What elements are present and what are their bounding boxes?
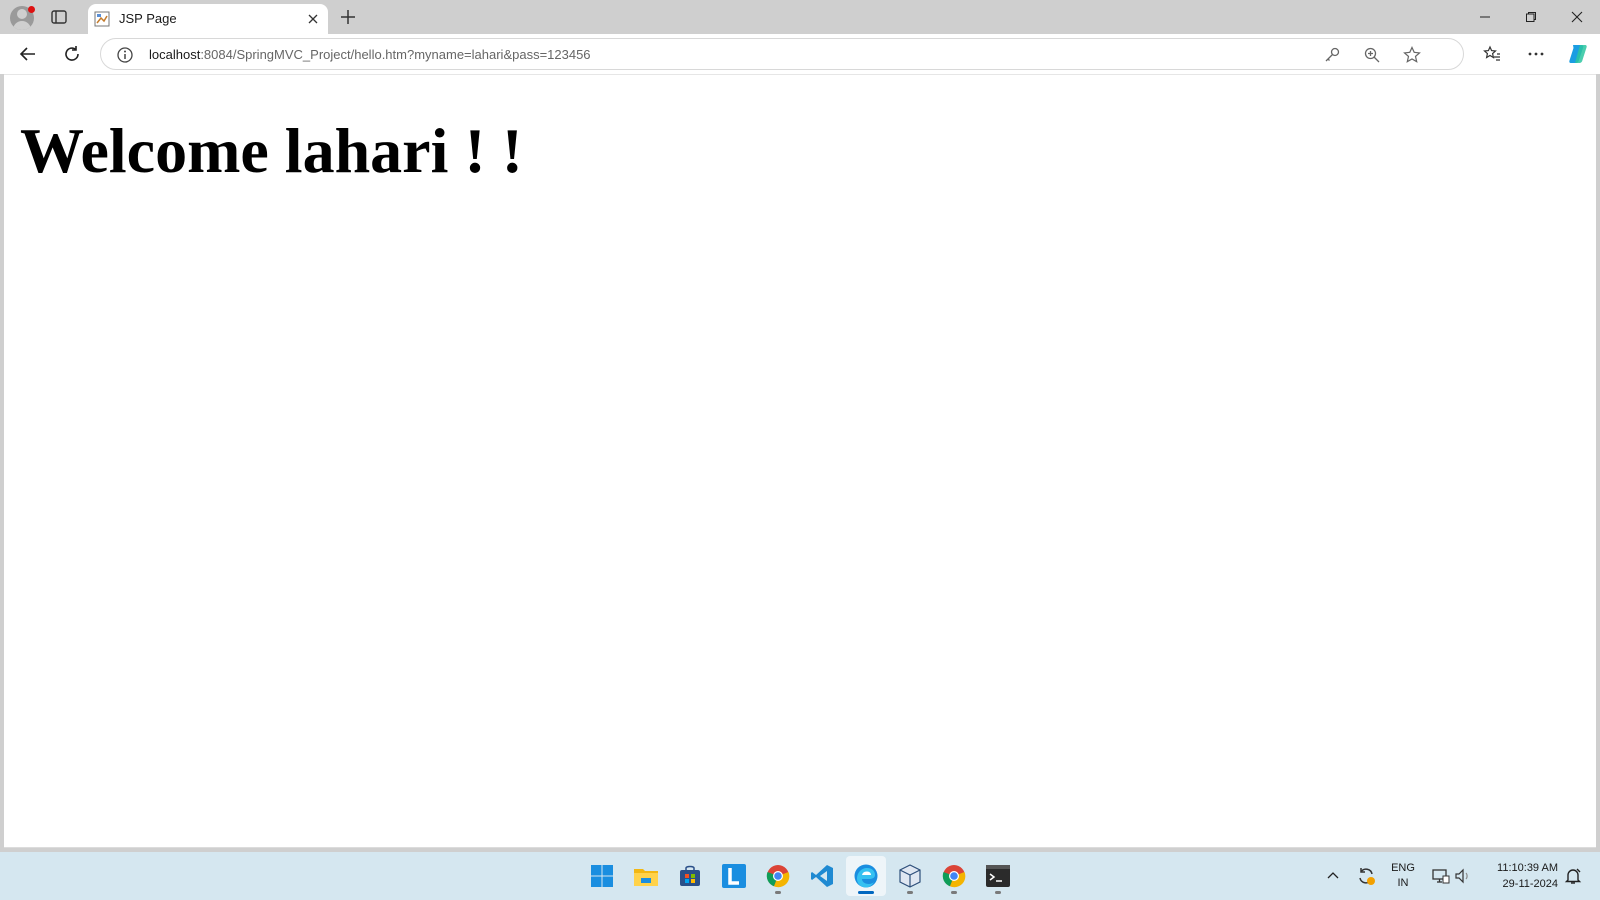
volume-icon[interactable] [1452,852,1474,900]
favorite-star-icon[interactable] [1403,46,1421,64]
new-tab-icon[interactable] [338,7,358,27]
system-clock[interactable]: 11:10:39 AM 29-11-2024 [1478,860,1558,892]
page-viewport: Welcome lahari ! ! [4,74,1596,848]
copilot-icon[interactable] [1564,40,1592,68]
tab-actions-icon[interactable] [50,8,68,26]
l-app-icon[interactable] [714,856,754,896]
close-tab-icon[interactable] [306,12,320,26]
clock-date: 29-11-2024 [1502,878,1558,890]
chrome-icon[interactable] [758,856,798,896]
file-explorer-icon[interactable] [626,856,666,896]
taskbar: ENG IN 11:10:39 AM 29-11-2024 [0,852,1600,900]
refresh-icon[interactable] [58,40,86,68]
sync-icon[interactable] [1352,852,1380,900]
notification-dot [28,6,35,13]
notifications-bell-icon[interactable] [1562,852,1584,900]
welcome-heading: Welcome lahari ! ! [20,115,523,186]
start-icon[interactable] [582,856,622,896]
chrome-icon[interactable] [934,856,974,896]
terminal-icon[interactable] [978,856,1018,896]
back-arrow-icon[interactable] [14,40,42,68]
store-icon[interactable] [670,856,710,896]
restore-icon[interactable] [1508,0,1554,34]
edge-icon[interactable] [846,856,886,896]
url-text[interactable]: localhost:8084/SpringMVC_Project/hello.h… [149,47,591,62]
close-window-icon[interactable] [1554,0,1600,34]
clock-time: 11:10:39 AM [1497,862,1558,874]
password-key-icon[interactable] [1323,46,1341,64]
address-bar[interactable]: localhost:8084/SpringMVC_Project/hello.h… [100,38,1464,70]
browser-toolbar: localhost:8084/SpringMVC_Project/hello.h… [0,34,1600,74]
zoom-icon[interactable] [1363,46,1381,64]
tab-title: JSP Page [119,11,177,26]
page-favicon-icon [94,11,110,27]
show-hidden-icons-chevron-icon[interactable] [1322,852,1344,900]
vscode-icon[interactable] [802,856,842,896]
url-host: localhost [149,47,201,62]
language-indicator[interactable]: ENG IN [1388,852,1418,900]
tab-jsp-page[interactable]: JSP Page [88,4,328,35]
language-code: ENG [1391,862,1415,874]
site-info-icon[interactable] [116,46,134,64]
virtualbox-icon[interactable] [890,856,930,896]
more-options-icon[interactable] [1522,40,1550,68]
url-path: :8084/SpringMVC_Project/hello.htm?myname… [200,47,591,62]
region-code: IN [1397,877,1409,889]
network-icon[interactable] [1430,852,1452,900]
minimize-icon[interactable] [1462,0,1508,34]
title-bar: JSP Page [0,0,1600,35]
favorites-list-icon[interactable] [1478,40,1506,68]
